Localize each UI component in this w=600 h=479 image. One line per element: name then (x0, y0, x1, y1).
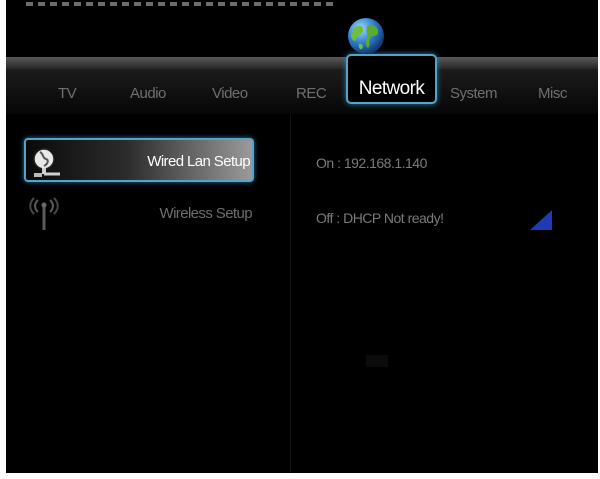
menu-item-wired-lan-label: Wired Lan Setup (147, 153, 250, 170)
tab-video[interactable]: Video (212, 85, 248, 102)
tab-rec[interactable]: REC (296, 85, 327, 102)
tv-screen: TV Audio Video REC System Misc Network W… (6, 0, 598, 473)
tab-audio[interactable]: Audio (130, 85, 166, 102)
wireless-status-text: Off : DHCP Not ready! (316, 210, 444, 226)
header-band (6, 57, 598, 69)
top-dashed-line (26, 2, 336, 6)
wired-lan-icon (33, 148, 60, 177)
scroll-indicator-icon (530, 210, 552, 230)
tab-tv[interactable]: TV (58, 85, 77, 102)
tab-system[interactable]: System (450, 85, 498, 102)
menu-item-wired-lan[interactable]: Wired Lan Setup (24, 138, 254, 182)
tab-misc[interactable]: Misc (538, 85, 567, 102)
tab-network-label: Network (358, 78, 425, 99)
globe-icon (348, 18, 384, 54)
tab-network[interactable]: Network (346, 54, 437, 104)
menu-item-wireless-label: Wireless Setup (159, 205, 253, 222)
wireless-antenna-icon (29, 197, 59, 230)
settings-menu: Wired Lan Setup Wireless Setup (6, 114, 291, 473)
tab-bar: TV Audio Video REC System Misc (6, 69, 598, 114)
menu-item-wireless[interactable]: Wireless Setup (24, 192, 254, 236)
background-artifact (366, 355, 388, 367)
wired-status-text: On : 192.168.1.140 (316, 155, 427, 171)
